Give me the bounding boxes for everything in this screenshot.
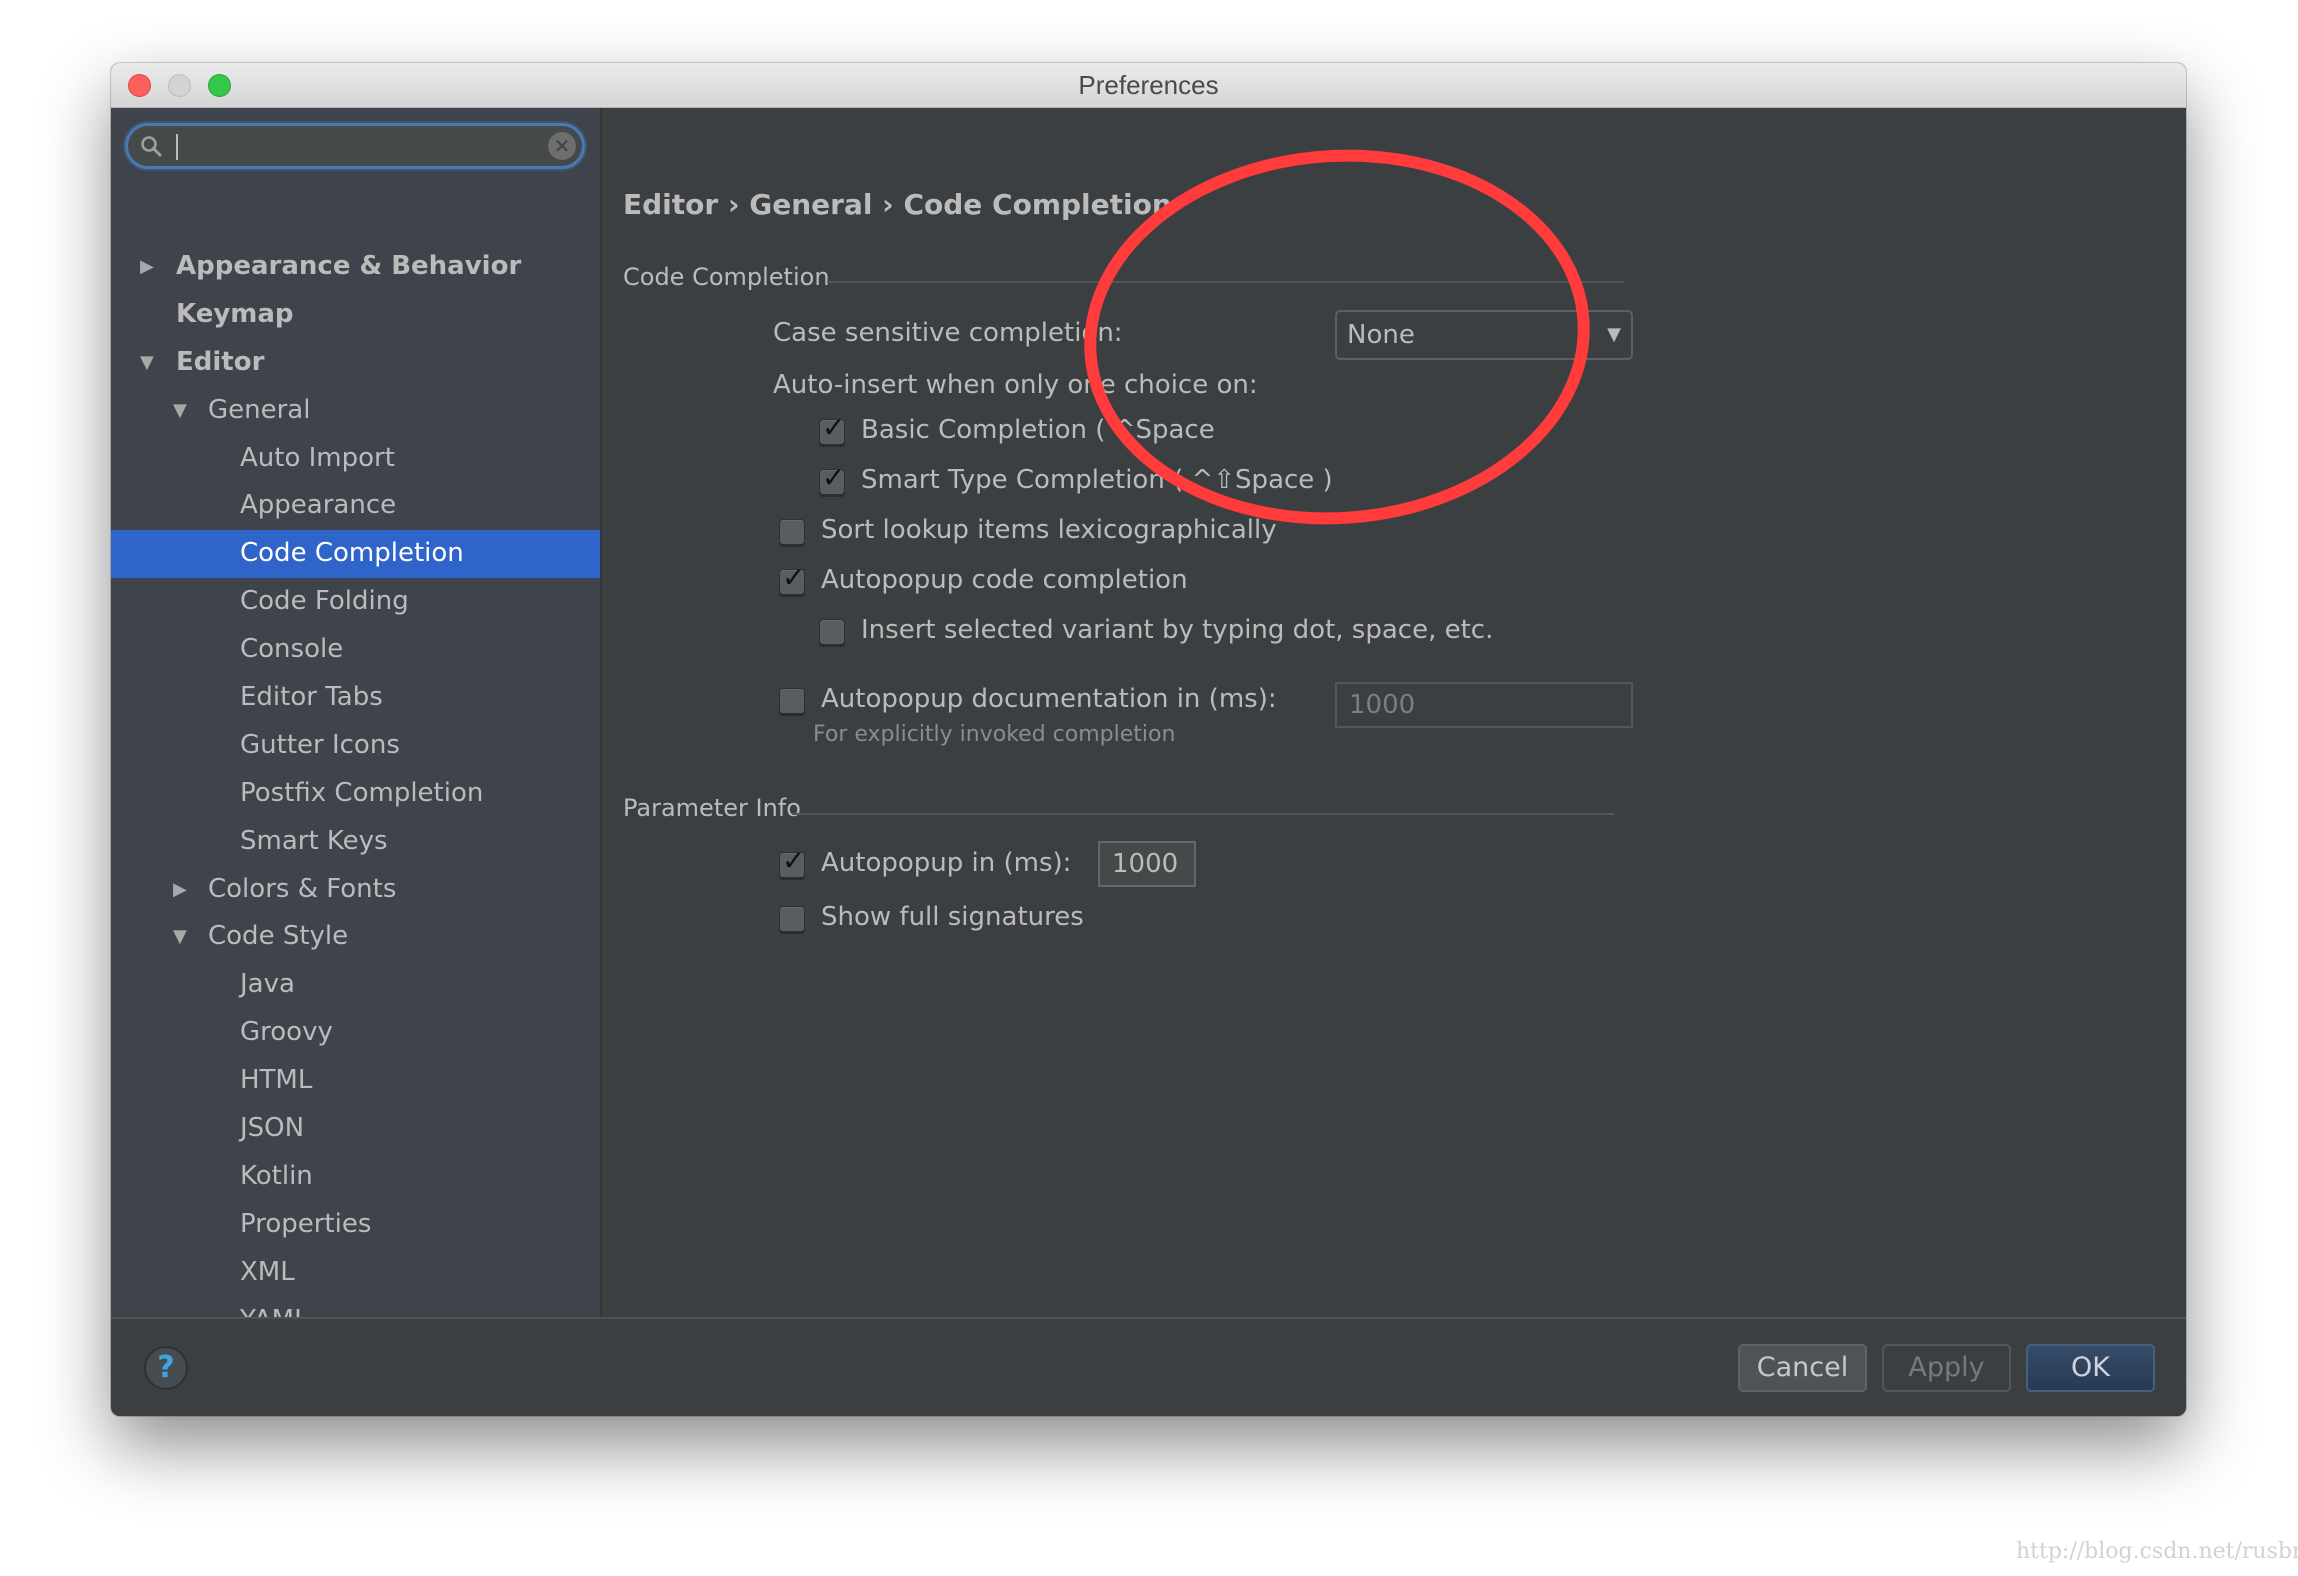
combo-divider xyxy=(1585,312,1587,358)
text-caret xyxy=(176,134,178,160)
combo-selected-value: None xyxy=(1347,320,1415,350)
settings-search-input[interactable]: ✕ xyxy=(125,123,585,169)
sidebar-item-label: Gutter Icons xyxy=(240,729,400,760)
chevron-down-icon: ▼ xyxy=(1607,324,1621,345)
sidebar-item-label: Properties xyxy=(240,1208,372,1239)
sidebar-item-label: Kotlin xyxy=(240,1160,313,1191)
autopopup-documentation-delay-input[interactable]: 1000 xyxy=(1335,682,1633,728)
sort-lexicographically-checkbox[interactable] xyxy=(779,519,805,545)
sidebar-item-smart-keys[interactable]: Smart Keys xyxy=(111,818,600,866)
sidebar-item-json[interactable]: JSON xyxy=(111,1105,600,1153)
settings-tree: ▶ Appearance & Behavior Keymap ▼ Editor ▼ Gene… xyxy=(111,243,600,1392)
section-divider xyxy=(792,813,1614,815)
sidebar-item-gutter-icons[interactable]: Gutter Icons xyxy=(111,722,600,770)
sidebar-item-label: XML xyxy=(240,1256,295,1287)
show-full-signatures-label: Show full signatures xyxy=(821,902,1084,932)
sidebar-item-code-style[interactable]: ▼ Code Style xyxy=(111,913,600,961)
insert-selected-variant-checkbox[interactable] xyxy=(819,619,845,645)
sidebar-item-label: Smart Keys xyxy=(240,825,388,856)
autopopup-code-completion-checkbox[interactable]: ✓ xyxy=(779,561,805,595)
sidebar-item-xml[interactable]: XML xyxy=(111,1249,600,1297)
preferences-window: Preferences ✕ ▶ Appearance & Behavior Keym… xyxy=(111,63,2186,1416)
parameter-autopopup-delay-input[interactable]: 1000 xyxy=(1098,841,1196,887)
expanded-arrow-icon[interactable]: ▼ xyxy=(140,339,160,387)
window-title: Preferences xyxy=(1078,70,1219,100)
checkmark-icon: ✓ xyxy=(822,411,846,444)
search-icon xyxy=(141,136,162,157)
breadcrumb: Editor › General › Code Completion xyxy=(623,188,1172,221)
watermark: http://blog.csdn.net/rusbme xyxy=(2016,1539,2298,1564)
settings-sidebar: ✕ ▶ Appearance & Behavior Keymap ▼ Editor ▼ Ge… xyxy=(111,108,602,1382)
sidebar-item-colors-fonts[interactable]: ▶ Colors & Fonts xyxy=(111,866,600,914)
sidebar-item-appearance[interactable]: Appearance xyxy=(111,482,600,530)
section-divider xyxy=(827,281,1624,283)
autopopup-documentation-label: Autopopup documentation in (ms): xyxy=(821,684,1277,714)
sidebar-item-label: Colors & Fonts xyxy=(208,873,397,904)
sidebar-item-label: Auto Import xyxy=(240,442,395,473)
sidebar-item-code-folding[interactable]: Code Folding xyxy=(111,578,600,626)
sidebar-item-label: Editor xyxy=(176,346,265,377)
sidebar-item-label: Code Style xyxy=(208,921,349,952)
checkmark-icon: ✓ xyxy=(822,461,846,494)
sidebar-item-java[interactable]: Java xyxy=(111,961,600,1009)
sidebar-item-label: JSON xyxy=(240,1113,305,1144)
clear-search-icon[interactable]: ✕ xyxy=(548,132,576,160)
autopopup-documentation-hint: For explicitly invoked completion xyxy=(813,722,1176,747)
sidebar-item-groovy[interactable]: Groovy xyxy=(111,1009,600,1057)
sidebar-item-label: Postfix Completion xyxy=(240,777,484,808)
settings-panel: Editor › General › Code Completion Code … xyxy=(602,108,2186,1317)
sidebar-item-label: Keymap xyxy=(176,298,294,329)
section-title-code-completion: Code Completion xyxy=(623,263,830,291)
sidebar-item-label: Appearance & Behavior xyxy=(176,251,522,281)
auto-insert-label: Auto-insert when only one choice on: xyxy=(773,370,1258,400)
show-full-signatures-checkbox[interactable] xyxy=(779,906,805,932)
collapsed-arrow-icon[interactable]: ▶ xyxy=(173,866,193,914)
sidebar-item-properties[interactable]: Properties xyxy=(111,1201,600,1249)
smart-type-completion-label: Smart Type Completion ( ^⇧Space ) xyxy=(861,465,1333,495)
sidebar-item-code-completion[interactable]: Code Completion xyxy=(111,530,600,579)
section-title-parameter-info: Parameter Info xyxy=(623,794,801,822)
help-button[interactable]: ? xyxy=(144,1346,188,1390)
sidebar-item-postfix-completion[interactable]: Postfix Completion xyxy=(111,770,600,818)
sidebar-item-label: Console xyxy=(240,634,344,665)
sidebar-item-label: General xyxy=(208,394,311,425)
parameter-autopopup-label: Autopopup in (ms): xyxy=(821,848,1072,878)
sidebar-item-label: HTML xyxy=(240,1065,313,1096)
autopopup-documentation-checkbox[interactable] xyxy=(779,688,805,714)
apply-button[interactable]: Apply xyxy=(1882,1344,2011,1392)
sidebar-item-label: Code Completion xyxy=(240,538,464,569)
insert-selected-variant-label: Insert selected variant by typing dot, s… xyxy=(861,615,1494,645)
sidebar-item-label: Java xyxy=(240,969,295,1000)
sidebar-item-console[interactable]: Console xyxy=(111,626,600,674)
sidebar-item-editor[interactable]: ▼ Editor xyxy=(111,339,600,387)
smart-type-completion-checkbox[interactable]: ✓ xyxy=(819,461,845,495)
dialog-footer: ? Cancel Apply OK xyxy=(111,1317,2186,1416)
checkmark-icon: ✓ xyxy=(782,844,806,877)
sidebar-item-label: Appearance xyxy=(240,490,397,521)
basic-completion-checkbox[interactable]: ✓ xyxy=(819,411,845,445)
sort-lexicographically-label: Sort lookup items lexicographically xyxy=(821,515,1277,545)
autopopup-code-completion-label: Autopopup code completion xyxy=(821,565,1188,595)
sidebar-item-kotlin[interactable]: Kotlin xyxy=(111,1153,600,1201)
title-bar: Preferences xyxy=(111,63,2186,108)
sidebar-item-appearance-behavior[interactable]: ▶ Appearance & Behavior xyxy=(111,243,600,291)
case-sensitive-label: Case sensitive completion: xyxy=(773,318,1123,348)
cancel-button[interactable]: Cancel xyxy=(1738,1344,1867,1392)
case-sensitive-combo[interactable]: None ▼ xyxy=(1335,310,1633,360)
collapsed-arrow-icon[interactable]: ▶ xyxy=(140,243,160,291)
expanded-arrow-icon[interactable]: ▼ xyxy=(173,913,193,961)
basic-completion-label: Basic Completion ( ^Space xyxy=(861,415,1215,445)
sidebar-item-label: Code Folding xyxy=(240,586,409,617)
sidebar-item-label: Editor Tabs xyxy=(240,682,383,713)
ok-button[interactable]: OK xyxy=(2026,1344,2155,1392)
parameter-autopopup-checkbox[interactable]: ✓ xyxy=(779,844,805,878)
sidebar-item-html[interactable]: HTML xyxy=(111,1057,600,1105)
sidebar-item-keymap[interactable]: Keymap xyxy=(111,291,600,339)
checkmark-icon: ✓ xyxy=(782,561,806,594)
sidebar-item-auto-import[interactable]: Auto Import xyxy=(111,435,600,483)
expanded-arrow-icon[interactable]: ▼ xyxy=(173,387,193,435)
sidebar-item-label: Groovy xyxy=(240,1017,333,1048)
sidebar-item-general[interactable]: ▼ General xyxy=(111,387,600,435)
sidebar-item-editor-tabs[interactable]: Editor Tabs xyxy=(111,674,600,722)
